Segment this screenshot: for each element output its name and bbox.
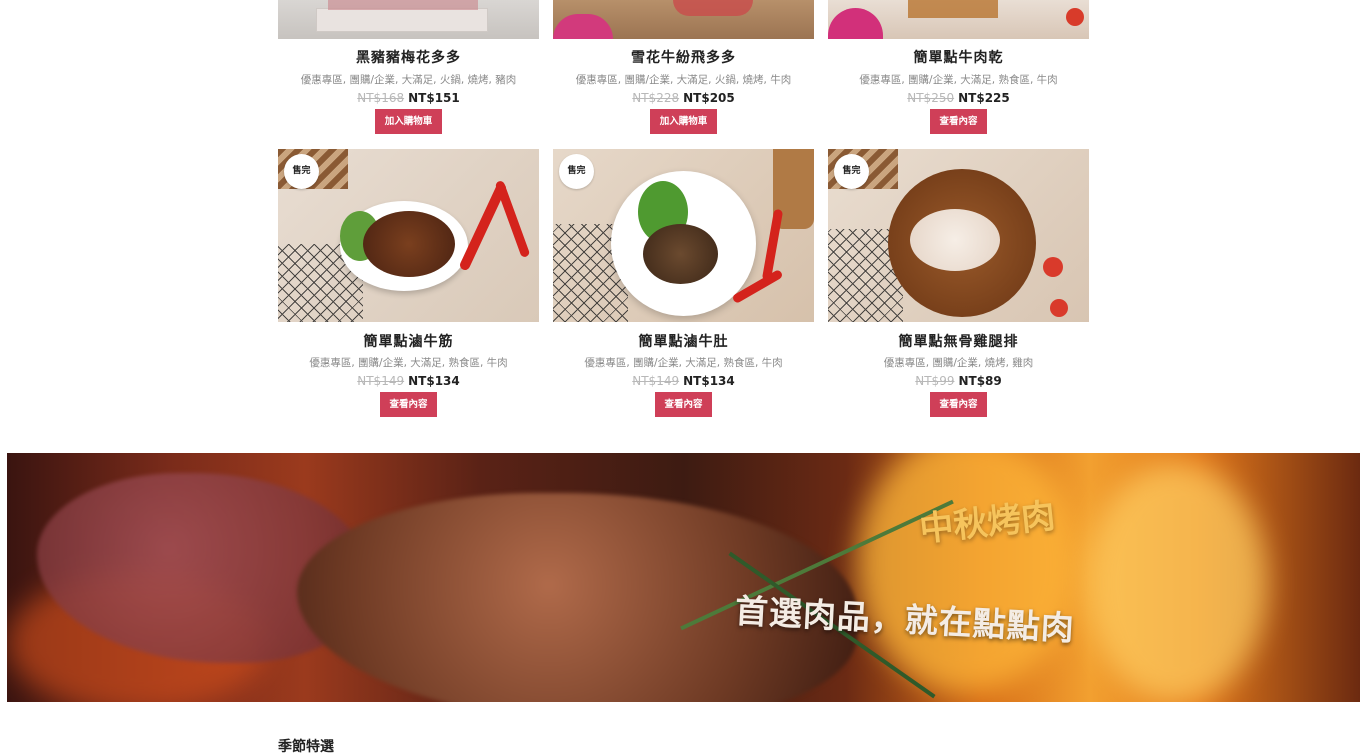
product-card[interactable]: 售完 簡單點無骨雞腿排 優惠專區, 團購/企業, 燒烤, 雞肉 NT$99 NT$… bbox=[828, 149, 1089, 419]
board-image-detail bbox=[908, 0, 998, 18]
product-title[interactable]: 簡單點滷牛筋 bbox=[278, 331, 539, 351]
original-price: NT$228 bbox=[632, 91, 680, 105]
sold-out-badge: 售完 bbox=[559, 154, 594, 189]
chili-image-detail bbox=[494, 179, 531, 259]
product-categories: 優惠專區, 團購/企業, 燒烤, 雞肉 bbox=[883, 357, 1034, 369]
view-details-button[interactable]: 查看內容 bbox=[380, 392, 437, 417]
original-price: NT$149 bbox=[357, 374, 405, 388]
chicken-image-detail bbox=[910, 209, 1000, 271]
product-card[interactable]: 雪花牛紛飛多多 優惠專區, 團購/企業, 大滿足, 火鍋, 燒烤, 牛肉 NT$… bbox=[553, 0, 814, 140]
product-image[interactable] bbox=[828, 0, 1089, 39]
sale-price: NT$151 bbox=[408, 91, 460, 105]
view-details-button[interactable]: 查看內容 bbox=[930, 392, 987, 417]
product-price: NT$149 NT$134 bbox=[553, 374, 814, 388]
product-image[interactable]: 售完 bbox=[553, 149, 814, 322]
original-price: NT$99 bbox=[915, 374, 955, 388]
product-price: NT$228 NT$205 bbox=[553, 91, 814, 105]
product-card[interactable]: 黑豬豬梅花多多 優惠專區, 團購/企業, 大滿足, 火鍋, 燒烤, 豬肉 NT$… bbox=[278, 0, 539, 140]
sale-price: NT$89 bbox=[958, 374, 1002, 388]
product-card[interactable]: 簡單點牛肉乾 優惠專區, 團購/企業, 大滿足, 熟食區, 牛肉 NT$250 N… bbox=[828, 0, 1089, 140]
plate-image-detail bbox=[828, 8, 883, 39]
tendon-image-detail bbox=[363, 211, 455, 277]
plate-image-detail bbox=[553, 14, 613, 39]
sold-out-badge: 售完 bbox=[834, 154, 869, 189]
product-categories: 優惠專區, 團購/企業, 大滿足, 熟食區, 牛肉 bbox=[859, 74, 1058, 86]
product-categories: 優惠專區, 團購/企業, 大滿足, 熟食區, 牛肉 bbox=[584, 357, 783, 369]
original-price: NT$168 bbox=[357, 91, 405, 105]
product-price: NT$250 NT$225 bbox=[828, 91, 1089, 105]
sold-out-badge: 售完 bbox=[284, 154, 319, 189]
original-price: NT$149 bbox=[632, 374, 680, 388]
meat-image-detail bbox=[673, 0, 753, 16]
product-card[interactable]: 售完 簡單點滷牛筋 優惠專區, 團購/企業, 大滿足, 熟食區, 牛肉 NT$1… bbox=[278, 149, 539, 419]
product-image[interactable]: 售完 bbox=[278, 149, 539, 322]
section-heading: 季節特選 bbox=[278, 739, 334, 755]
product-categories: 優惠專區, 團購/企業, 大滿足, 火鍋, 燒烤, 豬肉 bbox=[300, 74, 517, 86]
product-image[interactable] bbox=[553, 0, 814, 39]
original-price: NT$250 bbox=[907, 91, 955, 105]
sale-price: NT$225 bbox=[958, 91, 1010, 105]
sale-price: NT$134 bbox=[408, 374, 460, 388]
product-title[interactable]: 簡單點牛肉乾 bbox=[828, 47, 1089, 67]
tripe-image-detail bbox=[643, 224, 718, 284]
product-title[interactable]: 黑豬豬梅花多多 bbox=[278, 47, 539, 67]
product-price: NT$99 NT$89 bbox=[828, 374, 1089, 388]
view-details-button[interactable]: 查看內容 bbox=[930, 109, 987, 134]
product-card[interactable]: 售完 簡單點滷牛肚 優惠專區, 團購/企業, 大滿足, 熟食區, 牛肉 NT$1… bbox=[553, 149, 814, 419]
product-categories: 優惠專區, 團購/企業, 大滿足, 熟食區, 牛肉 bbox=[309, 357, 508, 369]
add-to-cart-button[interactable]: 加入購物車 bbox=[650, 109, 717, 134]
sale-price: NT$205 bbox=[683, 91, 735, 105]
product-image[interactable]: 售完 bbox=[828, 149, 1089, 322]
add-to-cart-button[interactable]: 加入購物車 bbox=[375, 109, 442, 134]
promo-banner[interactable]: 中秋烤肉 首選肉品，就在點點肉 bbox=[7, 453, 1360, 702]
product-categories: 優惠專區, 團購/企業, 大滿足, 火鍋, 燒烤, 牛肉 bbox=[575, 74, 792, 86]
product-title[interactable]: 簡單點無骨雞腿排 bbox=[828, 331, 1089, 351]
product-title[interactable]: 簡單點滷牛肚 bbox=[553, 331, 814, 351]
tomato-image-detail bbox=[1066, 8, 1084, 26]
flame-image-detail bbox=[1087, 463, 1267, 702]
tomato-image-detail bbox=[1043, 257, 1063, 277]
view-details-button[interactable]: 查看內容 bbox=[655, 392, 712, 417]
meat-image-detail bbox=[328, 0, 478, 10]
product-price: NT$149 NT$134 bbox=[278, 374, 539, 388]
tomato-image-detail bbox=[1050, 299, 1068, 317]
product-image[interactable] bbox=[278, 0, 539, 39]
product-price: NT$168 NT$151 bbox=[278, 91, 539, 105]
sale-price: NT$134 bbox=[683, 374, 735, 388]
ruler-image-detail bbox=[316, 8, 488, 32]
product-title[interactable]: 雪花牛紛飛多多 bbox=[553, 47, 814, 67]
